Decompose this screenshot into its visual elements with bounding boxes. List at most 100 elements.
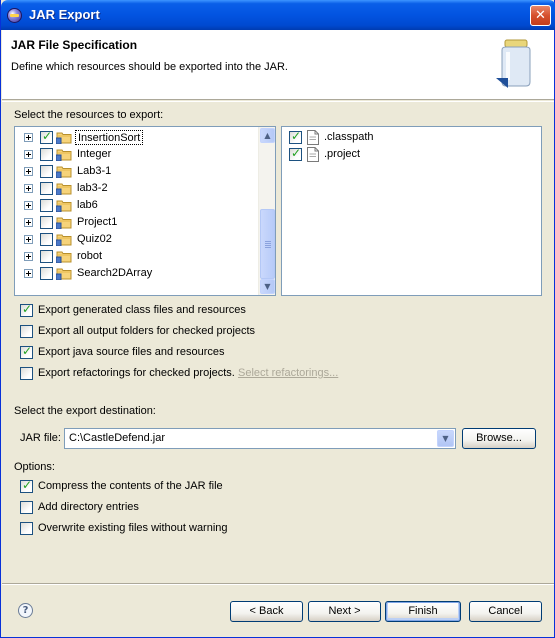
next-button[interactable]: Next > [308,601,381,622]
tree-item-label: Lab3-1 [77,165,112,177]
directory-entries-checkbox[interactable] [20,501,33,514]
directory-entries-label: Add directory entries [38,501,139,513]
chevron-down-icon[interactable]: ▼ [437,430,454,447]
tree-item-label: Search2DArray [77,267,153,279]
tree-item-checkbox[interactable] [40,216,53,229]
browse-button[interactable]: Browse... [462,428,536,449]
file-item[interactable]: .classpath [282,129,482,146]
options-label: Options: [14,461,55,473]
expand-icon[interactable] [24,150,33,159]
scroll-down-button[interactable]: ▼ [260,279,275,294]
export-class-files-option[interactable]: Export generated class files and resourc… [20,302,260,319]
resources-label: Select the resources to export: [14,109,164,121]
jar-export-dialog: JAR Export ✕ JAR File Specification Defi… [0,0,555,638]
compress-option[interactable]: Compress the contents of the JAR file [20,478,230,495]
expand-icon[interactable] [24,167,33,176]
tree-item-label: robot [77,250,103,262]
file-icon [307,147,319,162]
header-separator [2,101,554,102]
jar-file-value: C:\CastleDefend.jar [69,432,165,444]
jar-file-label: JAR file: [20,432,61,444]
file-item-checkbox[interactable] [289,129,302,144]
export-output-folders-option[interactable]: Export all output folders for checked pr… [20,324,270,340]
page-description: Define which resources should be exporte… [11,61,288,73]
expand-icon[interactable] [24,218,33,227]
project-folder-icon [55,130,72,145]
scroll-thumb[interactable] [260,209,275,279]
file-list[interactable]: .classpath .project [281,126,542,296]
export-refactorings-checkbox[interactable] [20,367,33,380]
tree-item-label: lab3-2 [77,182,108,194]
export-java-source-label: Export java source files and resources [38,346,225,358]
tree-item-checkbox[interactable] [40,267,53,280]
project-folder-icon [55,198,72,213]
tree-item-checkbox[interactable] [40,250,53,263]
tree-item[interactable]: Project1 [15,214,255,231]
help-icon[interactable]: ? [18,603,33,618]
compress-checkbox[interactable] [20,478,33,493]
overwrite-option[interactable]: Overwrite existing files without warning [20,521,240,537]
file-item[interactable]: .project [282,146,482,163]
tree-item-label: Project1 [77,216,118,228]
expand-icon[interactable] [24,184,33,193]
tree-item[interactable]: lab6 [15,197,255,214]
tree-item-checkbox[interactable] [40,165,53,178]
tree-item[interactable]: InsertionSort [15,129,255,146]
tree-item-checkbox[interactable] [40,233,53,246]
tree-item[interactable]: Integer [15,146,255,163]
cancel-button[interactable]: Cancel [469,601,542,622]
project-folder-icon [55,249,72,264]
expand-icon[interactable] [24,133,33,142]
title-bar[interactable]: JAR Export ✕ [1,0,555,30]
tree-scrollbar[interactable]: ▲ ▼ [258,127,275,295]
tree-item[interactable]: lab3-2 [15,180,255,197]
project-folder-icon [55,164,72,179]
project-folder-icon [55,215,72,230]
compress-label: Compress the contents of the JAR file [38,480,223,492]
select-refactorings-link: Select refactorings... [238,367,339,379]
file-item-checkbox[interactable] [289,146,302,161]
expand-icon[interactable] [24,252,33,261]
window-title: JAR Export [29,7,100,22]
tree-item-label: Integer [77,148,112,160]
tree-item[interactable]: Search2DArray [15,265,255,282]
tree-item[interactable]: robot [15,248,255,265]
footer-separator-highlight [2,584,554,585]
tree-item-checkbox[interactable] [40,148,53,161]
tree-item-checkbox[interactable] [40,129,53,144]
file-item-label: .project [324,148,361,160]
tree-item-label: lab6 [77,199,98,211]
expand-icon[interactable] [24,201,33,210]
export-class-files-label: Export generated class files and resourc… [38,304,246,316]
tree-item[interactable]: Lab3-1 [15,163,255,180]
export-output-folders-label: Export all output folders for checked pr… [38,325,256,337]
project-folder-icon [55,181,72,196]
export-java-source-checkbox[interactable] [20,344,33,359]
project-tree[interactable]: InsertionSort Integer Lab3-1 lab3-2 lab6 Proj… [14,126,276,296]
file-icon [307,130,319,145]
finish-button[interactable]: Finish [385,601,461,622]
tree-item-label: InsertionSort [75,130,144,145]
close-button[interactable]: ✕ [530,5,551,26]
back-button[interactable]: < Back [230,601,303,622]
expand-icon[interactable] [24,269,33,278]
file-item-label: .classpath [324,131,374,143]
project-folder-icon [55,266,72,281]
jar-file-combo[interactable]: C:\CastleDefend.jar ▼ [64,428,456,449]
jar-icon [496,39,531,88]
export-output-folders-checkbox[interactable] [20,325,33,338]
directory-entries-option[interactable]: Add directory entries [20,500,150,516]
page-title: JAR File Specification [11,38,138,52]
export-refactorings-label: Export refactorings for checked projects… [38,367,235,379]
export-class-files-checkbox[interactable] [20,302,33,317]
tree-item-checkbox[interactable] [40,182,53,195]
overwrite-label: Overwrite existing files without warning [38,522,228,534]
tree-item-label: Quiz02 [77,233,112,245]
overwrite-checkbox[interactable] [20,522,33,535]
export-refactorings-option[interactable]: Export refactorings for checked projects… [20,366,240,382]
scroll-up-button[interactable]: ▲ [260,128,275,143]
tree-item-checkbox[interactable] [40,199,53,212]
expand-icon[interactable] [24,235,33,244]
tree-item[interactable]: Quiz02 [15,231,255,248]
export-java-source-option[interactable]: Export java source files and resources [20,344,240,361]
